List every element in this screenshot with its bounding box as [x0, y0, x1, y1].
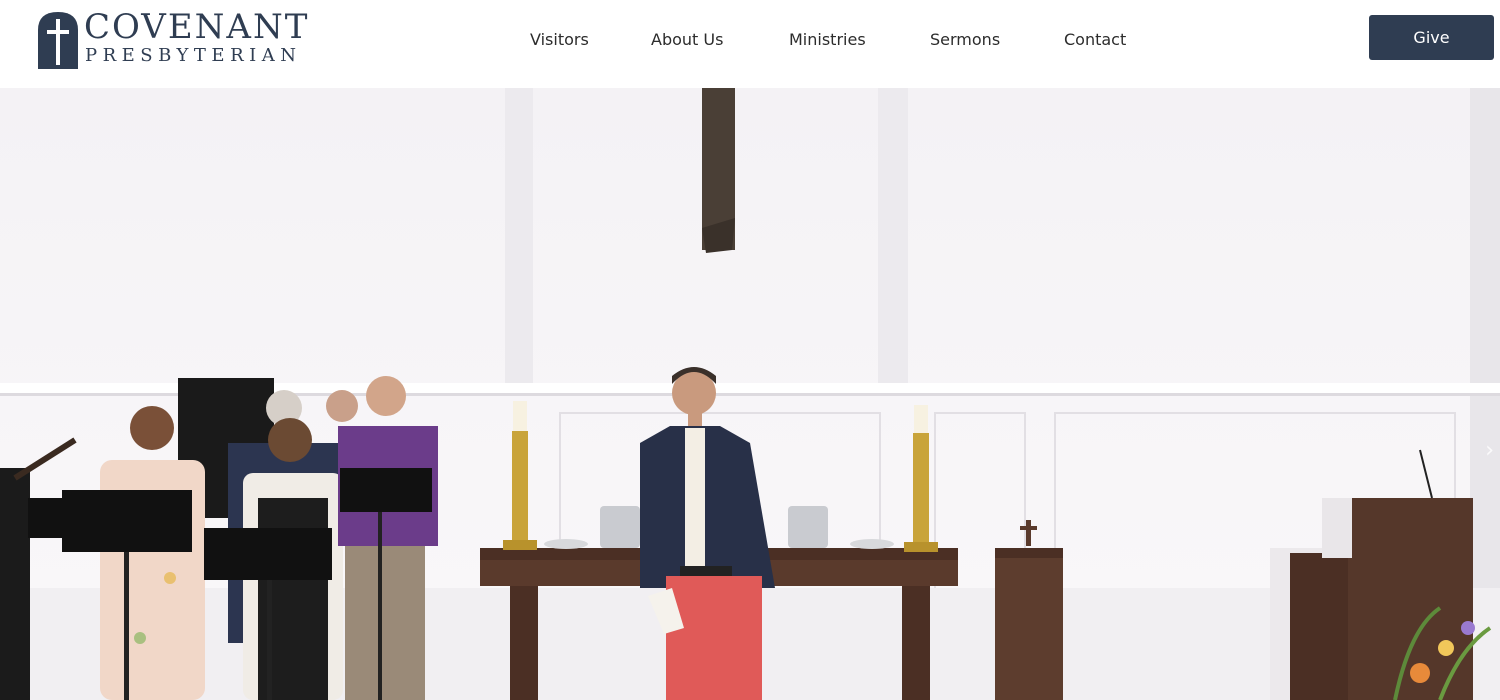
main-nav: Visitors About Us Ministries Sermons Con… [0, 0, 1500, 88]
nav-sermons[interactable]: Sermons [930, 30, 1000, 49]
nav-contact[interactable]: Contact [1064, 30, 1126, 49]
site-header: COVENANT PRESBYTERIAN Visitors About Us … [0, 0, 1500, 88]
give-button[interactable]: Give [1369, 15, 1494, 60]
nav-about-us[interactable]: About Us [651, 30, 723, 49]
chevron-right-icon[interactable]: › [1485, 438, 1494, 463]
sanctuary-photo [0, 88, 1500, 700]
nav-ministries[interactable]: Ministries [789, 30, 866, 49]
nav-visitors[interactable]: Visitors [530, 30, 589, 49]
hero-image: › [0, 88, 1500, 700]
